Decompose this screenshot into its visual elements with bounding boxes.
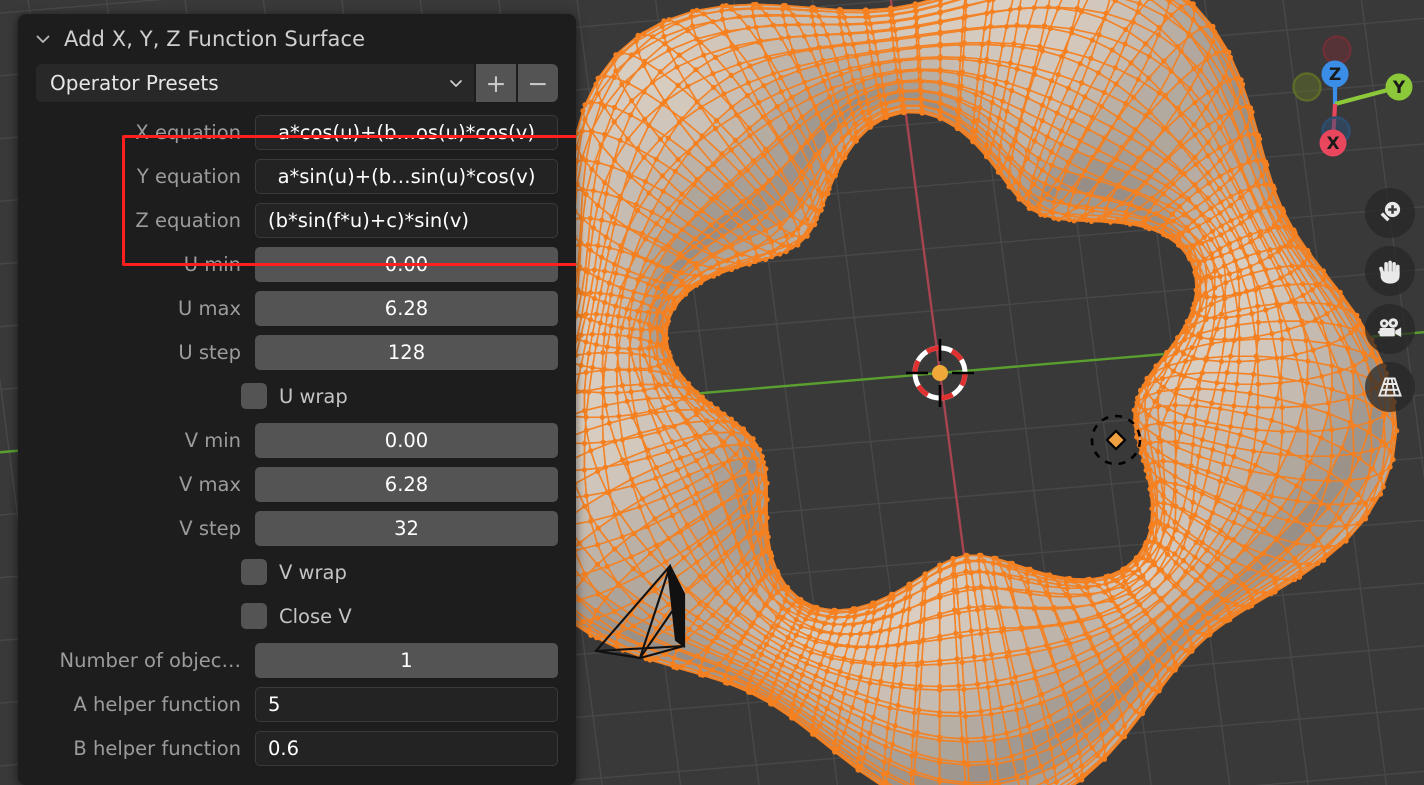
property-row-v-step: V step 32 <box>36 506 558 550</box>
v-max-field[interactable]: 6.28 <box>255 466 558 502</box>
svg-text:Y: Y <box>1392 78 1406 98</box>
panel-body: Operator Presets + − X equation a*cos(u)+… <box>18 64 576 770</box>
remove-preset-button[interactable]: − <box>518 64 558 102</box>
panel-title: Add X, Y, Z Function Surface <box>64 27 366 51</box>
operator-presets-row: Operator Presets + − <box>36 64 558 102</box>
gizmo-axis-neg-x[interactable] <box>1322 35 1352 65</box>
y-equation-label: Y equation <box>136 164 241 188</box>
pan-view-button[interactable] <box>1365 246 1415 296</box>
chevron-down-icon[interactable] <box>34 30 52 48</box>
v-step-field[interactable]: 32 <box>255 510 558 546</box>
camera-icon <box>1378 318 1402 337</box>
property-row-a-helper-function: A helper function 5 <box>36 682 558 726</box>
property-row-x-equation: X equation a*cos(u)+(b…os(u)*cos(v) <box>36 110 558 154</box>
close-v-checkbox[interactable] <box>241 603 267 629</box>
hand-icon <box>1379 260 1400 284</box>
x-equation-label: X equation <box>135 120 241 144</box>
camera-view-button[interactable] <box>1365 304 1415 354</box>
navigation-gizmo[interactable]: Z Y X <box>1288 30 1416 178</box>
u-min-field[interactable]: 0.00 <box>255 246 558 282</box>
u-step-label: U step <box>178 340 241 364</box>
toggle-perspective-button[interactable] <box>1365 362 1415 412</box>
operator-presets-label: Operator Presets <box>50 71 219 95</box>
gizmo-axis-x[interactable]: X <box>1319 129 1347 157</box>
y-equation-field[interactable]: a*sin(u)+(b…sin(u)*cos(v) <box>255 158 558 194</box>
3d-cursor[interactable] <box>906 339 974 407</box>
property-row-z-equation: Z equation (b*sin(f*u)+c)*sin(v) <box>36 198 558 242</box>
u-max-label: U max <box>178 296 241 320</box>
gizmo-axis-y[interactable]: Y <box>1385 73 1413 101</box>
add-preset-button[interactable]: + <box>476 64 516 102</box>
property-row-v-wrap[interactable]: V wrap <box>36 550 558 594</box>
u-max-field[interactable]: 6.28 <box>255 290 558 326</box>
z-equation-label: Z equation <box>135 208 241 232</box>
v-min-field[interactable]: 0.00 <box>255 422 558 458</box>
property-row-v-min: V min 0.00 <box>36 418 558 462</box>
operator-redo-panel[interactable]: Add X, Y, Z Function Surface Operator Pr… <box>18 14 576 785</box>
gizmo-axis-z[interactable]: Z <box>1321 60 1349 88</box>
property-row-v-max: V max 6.28 <box>36 462 558 506</box>
u-wrap-checkbox[interactable] <box>241 383 267 409</box>
property-row-y-equation: Y equation a*sin(u)+(b…sin(u)*cos(v) <box>36 154 558 198</box>
u-wrap-label: U wrap <box>279 384 348 408</box>
property-row-u-min: U min 0.00 <box>36 242 558 286</box>
property-row-u-wrap[interactable]: U wrap <box>36 374 558 418</box>
zoom-view-button[interactable] <box>1365 188 1415 238</box>
v-max-label: V max <box>178 472 241 496</box>
z-equation-field[interactable]: (b*sin(f*u)+c)*sin(v) <box>255 202 558 238</box>
close-v-label: Close V <box>279 604 352 628</box>
u-min-label: U min <box>183 252 241 276</box>
b-helper-function-field[interactable]: 0.6 <box>255 730 558 766</box>
x-equation-field[interactable]: a*cos(u)+(b…os(u)*cos(v) <box>255 114 558 150</box>
property-row-number-of-objects: Number of objec… 1 <box>36 638 558 682</box>
operator-presets-dropdown[interactable]: Operator Presets <box>36 64 474 102</box>
panel-header[interactable]: Add X, Y, Z Function Surface <box>18 14 576 64</box>
magnifier-plus-icon <box>1380 201 1401 222</box>
a-helper-function-field[interactable]: 5 <box>255 686 558 722</box>
v-wrap-label: V wrap <box>279 560 347 584</box>
property-row-u-max: U max 6.28 <box>36 286 558 330</box>
chevron-down-icon <box>450 80 462 87</box>
number-of-objects-label: Number of objec… <box>59 648 241 672</box>
property-row-close-v[interactable]: Close V <box>36 594 558 638</box>
b-helper-function-label: B helper function <box>73 736 241 760</box>
property-list: X equation a*cos(u)+(b…os(u)*cos(v) Y equa… <box>36 110 558 770</box>
blender-window: { "viewport": { "background_color": "#39… <box>0 0 1424 785</box>
number-of-objects-field[interactable]: 1 <box>255 642 558 678</box>
a-helper-function-label: A helper function <box>73 692 241 716</box>
v-min-label: V min <box>184 428 241 452</box>
grid-perspective-icon <box>1378 377 1402 397</box>
object-origin[interactable] <box>1090 414 1142 466</box>
svg-text:Z: Z <box>1329 65 1341 85</box>
v-step-label: V step <box>179 516 241 540</box>
property-row-b-helper-function: B helper function 0.6 <box>36 726 558 770</box>
u-step-field[interactable]: 128 <box>255 334 558 370</box>
gizmo-axis-neg-y[interactable] <box>1292 72 1322 102</box>
svg-text:X: X <box>1326 134 1339 154</box>
v-wrap-checkbox[interactable] <box>241 559 267 585</box>
viewport-tool-column <box>1365 188 1417 412</box>
property-row-u-step: U step 128 <box>36 330 558 374</box>
